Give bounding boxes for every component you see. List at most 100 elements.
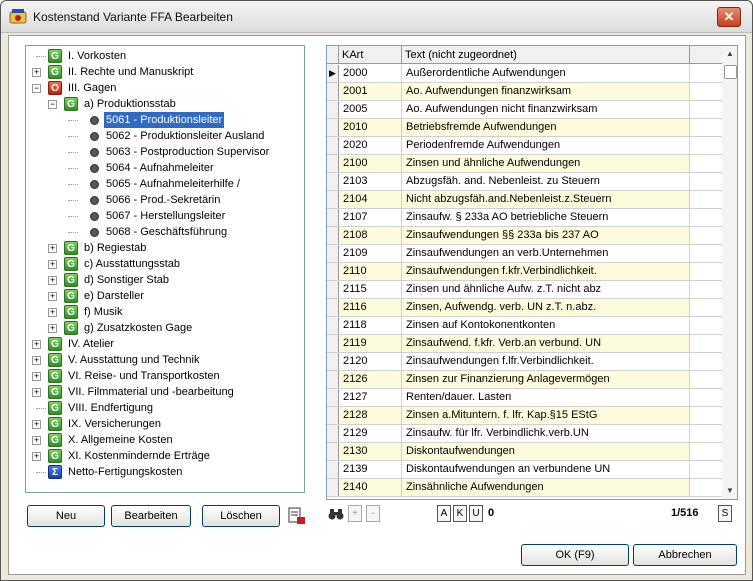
expand-icon[interactable]: + (32, 436, 41, 445)
expand-icon[interactable]: + (32, 68, 41, 77)
tree-item[interactable]: + G XI. Kostenmindernde Erträge (26, 448, 304, 464)
text-cell[interactable]: Zinsaufwendungen an verb.Unternehmen (402, 245, 690, 262)
table-row[interactable]: ▶ 2000 Außerordentliche Aufwendungen (327, 65, 722, 83)
row-indicator[interactable] (327, 227, 339, 244)
row-indicator[interactable] (327, 443, 339, 460)
kart-cell[interactable]: 2107 (339, 209, 402, 226)
tree-item[interactable]: 5063 - Postproduction Supervisor (26, 144, 304, 160)
expand-icon[interactable]: + (32, 420, 41, 429)
table-row[interactable]: 2126 Zinsen zur Finanzierung Anlagevermög… (327, 371, 722, 389)
text-cell[interactable]: Zinsaufwendungen f.kfr.Verbindlichkeit. (402, 263, 690, 280)
tree-item[interactable]: + G X. Allgemeine Kosten (26, 432, 304, 448)
table-row[interactable]: 2128 Zinsen a.Mituntern. f. lfr. Kap.§15 … (327, 407, 722, 425)
expand-icon[interactable]: + (48, 276, 57, 285)
tree-item[interactable]: G I. Vorkosten (26, 48, 304, 64)
tree-item-label[interactable]: Netto-Fertigungskosten (66, 464, 184, 480)
export-icon[interactable] (287, 506, 307, 526)
table-row[interactable]: 2010 Betriebsfremde Aufwendungen (327, 119, 722, 137)
tree-item-label[interactable]: e) Darsteller (82, 288, 146, 304)
expand-icon[interactable]: + (32, 356, 41, 365)
expand-icon[interactable]: + (48, 292, 57, 301)
row-indicator[interactable] (327, 191, 339, 208)
expand-icon[interactable]: + (48, 244, 57, 253)
text-cell[interactable]: Abzugsfäh. and. Nebenleist. zu Steuern (402, 173, 690, 190)
table-row[interactable]: 2109 Zinsaufwendungen an verb.Unternehmen (327, 245, 722, 263)
text-cell[interactable]: Nicht abzugsfäh.and.Nebenleist.z.Steuern (402, 191, 690, 208)
tree-item[interactable]: + Gb) Regiestab (26, 240, 304, 256)
close-button[interactable]: ✕ (717, 7, 741, 27)
row-indicator[interactable] (327, 407, 339, 424)
kart-cell[interactable]: 2100 (339, 155, 402, 172)
text-cell[interactable]: Zinsen zur Finanzierung Anlagevermögen (402, 371, 690, 388)
tree-item-label[interactable]: 5068 - Geschäftsführung (104, 224, 229, 240)
tree-item-label[interactable]: c) Ausstattungsstab (82, 256, 182, 272)
kart-cell[interactable]: 2115 (339, 281, 402, 298)
tree-item-label[interactable]: a) Produktionsstab (82, 96, 178, 112)
text-cell[interactable]: Zinsaufwendungen f.lfr.Verbindlichkeit. (402, 353, 690, 370)
remove-row-button[interactable]: - (366, 505, 380, 522)
tree-item[interactable]: + Gg) Zusatzkosten Gage (26, 320, 304, 336)
table-row[interactable]: 2127 Renten/dauer. Lasten (327, 389, 722, 407)
table-row[interactable]: 2100 Zinsen und ähnliche Aufwendungen (327, 155, 722, 173)
account-grid[interactable]: KArt Text (nicht zugeordnet) ▶ 2000 Außero… (326, 45, 738, 500)
tree-item[interactable]: G VIII. Endfertigung (26, 400, 304, 416)
tree-item-label[interactable]: 5061 - Produktionsleiter (104, 112, 225, 128)
kart-cell[interactable]: 2128 (339, 407, 402, 424)
row-indicator[interactable] (327, 425, 339, 442)
table-row[interactable]: 2130 Diskontaufwendungen (327, 443, 722, 461)
tree-item-label[interactable]: VI. Reise- und Transportkosten (66, 368, 222, 384)
vertical-scrollbar[interactable]: ▲ ▼ (722, 46, 737, 499)
ok-button[interactable]: OK (F9) (521, 544, 629, 566)
text-cell[interactable]: Diskontaufwendungen (402, 443, 690, 460)
cost-tree[interactable]: G I. Vorkosten + G II. Rechte und Manuskript… (25, 45, 305, 493)
text-cell[interactable]: Betriebsfremde Aufwendungen (402, 119, 690, 136)
tree-item[interactable]: 5067 - Herstellungsleiter (26, 208, 304, 224)
kart-cell[interactable]: 2119 (339, 335, 402, 352)
filter-k-button[interactable]: K (453, 505, 467, 522)
tree-item-label[interactable]: IX. Versicherungen (66, 416, 163, 432)
scroll-down-icon[interactable]: ▼ (722, 483, 737, 499)
tree-item[interactable]: + G VII. Filmmaterial und -bearbeitung (26, 384, 304, 400)
tree-item[interactable]: + G IX. Versicherungen (26, 416, 304, 432)
kart-cell[interactable]: 2127 (339, 389, 402, 406)
filter-u-button[interactable]: U (469, 505, 483, 522)
kart-cell[interactable]: 2010 (339, 119, 402, 136)
tree-item[interactable]: + Gd) Sonstiger Stab (26, 272, 304, 288)
cancel-button[interactable]: Abbrechen (633, 544, 737, 566)
collapse-icon[interactable]: − (32, 84, 41, 93)
s-button[interactable]: S (718, 505, 732, 522)
table-row[interactable]: 2107 Zinsaufw. § 233a AO betriebliche Ste… (327, 209, 722, 227)
tree-item[interactable]: 5061 - Produktionsleiter (26, 112, 304, 128)
kart-cell[interactable]: 2129 (339, 425, 402, 442)
tree-item[interactable]: 5065 - Aufnahmeleiterhilfe / (26, 176, 304, 192)
tree-item-label[interactable]: 5065 - Aufnahmeleiterhilfe / (104, 176, 242, 192)
add-row-button[interactable]: + (348, 505, 362, 522)
table-row[interactable]: 2103 Abzugsfäh. and. Nebenleist. zu Steue… (327, 173, 722, 191)
row-indicator[interactable] (327, 299, 339, 316)
table-row[interactable]: 2001 Ao. Aufwendungen finanzwirksam (327, 83, 722, 101)
kart-cell[interactable]: 2116 (339, 299, 402, 316)
table-row[interactable]: 2005 Ao. Aufwendungen nicht finanzwirksam (327, 101, 722, 119)
text-cell[interactable]: Ao. Aufwendungen nicht finanzwirksam (402, 101, 690, 118)
tree-item[interactable]: 5066 - Prod.-Sekretärin (26, 192, 304, 208)
text-cell[interactable]: Zinsähnliche Aufwendungen (402, 479, 690, 496)
kart-cell[interactable]: 2020 (339, 137, 402, 154)
column-kart[interactable]: KArt (339, 46, 402, 64)
table-row[interactable]: 2129 Zinsaufw. für lfr. Verbindlichk.verb… (327, 425, 722, 443)
text-cell[interactable]: Zinsaufwend. f.kfr. Verb.an verbund. UN (402, 335, 690, 352)
table-row[interactable]: 2110 Zinsaufwendungen f.kfr.Verbindlichke… (327, 263, 722, 281)
filter-a-button[interactable]: A (437, 505, 451, 522)
row-indicator[interactable] (327, 245, 339, 262)
tree-item-label[interactable]: II. Rechte und Manuskript (66, 64, 195, 80)
kart-cell[interactable]: 2110 (339, 263, 402, 280)
row-indicator[interactable] (327, 101, 339, 118)
kart-cell[interactable]: 2118 (339, 317, 402, 334)
text-cell[interactable]: Zinsen auf Kontokonentkonten (402, 317, 690, 334)
edit-button[interactable]: Bearbeiten (111, 505, 191, 527)
row-indicator[interactable] (327, 281, 339, 298)
kart-cell[interactable]: 2108 (339, 227, 402, 244)
text-cell[interactable]: Außerordentliche Aufwendungen (402, 65, 690, 82)
row-indicator[interactable] (327, 335, 339, 352)
text-cell[interactable]: Zinsen, Aufwendg. verb. UN z.T. n.abz. (402, 299, 690, 316)
row-indicator[interactable] (327, 389, 339, 406)
